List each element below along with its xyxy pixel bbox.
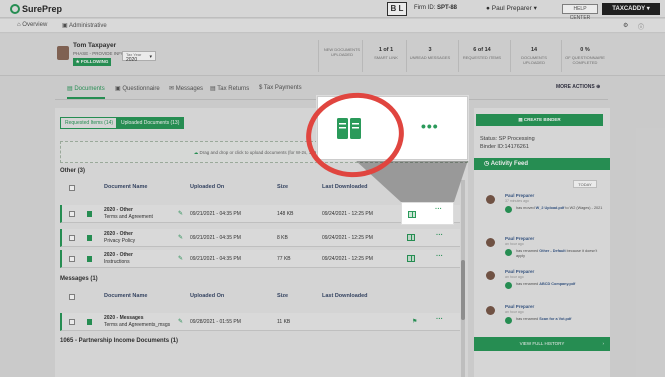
binder-icon[interactable]	[408, 211, 416, 218]
zoom-cone	[355, 160, 468, 202]
more-options-icon-large[interactable]: •••	[421, 118, 439, 134]
highlighted-row-actions: ···	[401, 202, 454, 225]
more-options-icon[interactable]: ···	[435, 206, 442, 213]
